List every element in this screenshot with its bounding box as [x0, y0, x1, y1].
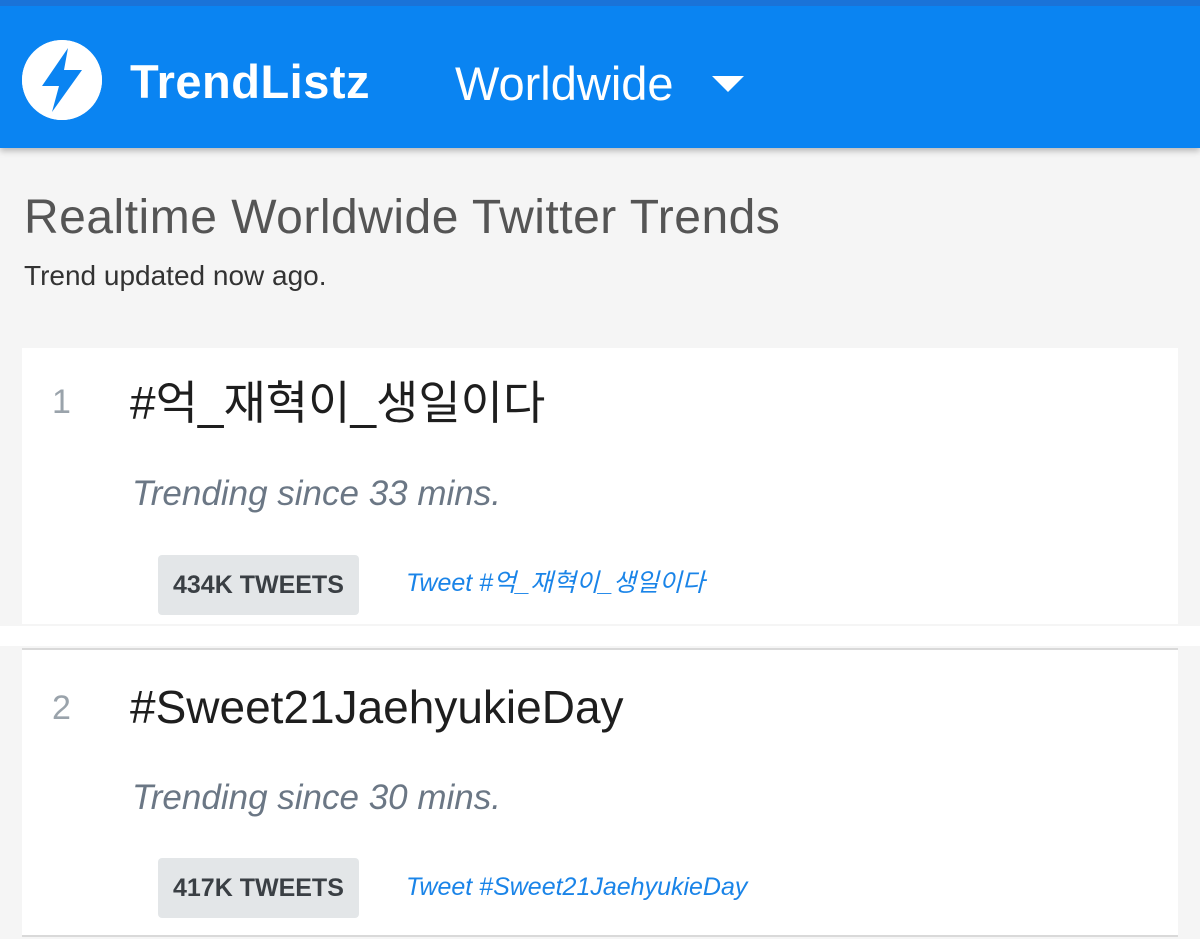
brand-name[interactable]: TrendListz — [130, 54, 370, 110]
trend-card: 2 #Sweet21JaehyukieDay Trending since 30… — [22, 648, 1178, 937]
trend-rank: 2 — [52, 689, 71, 727]
chevron-down-icon — [711, 76, 744, 92]
region-dropdown[interactable]: Worldwide — [455, 54, 744, 114]
lightning-bolt-icon[interactable] — [22, 40, 102, 120]
top-navigation-bar: TrendListz Worldwide — [0, 0, 1200, 148]
tweet-count-badge: 434K TWEETS — [158, 555, 359, 615]
page-title: Realtime Worldwide Twitter Trends — [24, 191, 781, 244]
card-divider — [0, 626, 1200, 646]
trending-since: Trending since 33 mins. — [132, 474, 501, 513]
update-status: Trend updated now ago. — [24, 260, 327, 291]
trend-title-link[interactable]: #Sweet21JaehyukieDay — [130, 678, 624, 736]
trending-since: Trending since 30 mins. — [132, 778, 501, 817]
trend-rank: 1 — [52, 383, 71, 421]
tweet-link[interactable]: Tweet #Sweet21JaehyukieDay — [406, 871, 747, 903]
trend-card: 1 #억_재혁이_생일이다 Trending since 33 mins. 43… — [22, 348, 1178, 624]
tweet-link[interactable]: Tweet #억_재혁이_생일이다 — [406, 567, 705, 599]
trend-title-link[interactable]: #억_재혁이_생일이다 — [130, 374, 545, 432]
tweet-count-badge: 417K TWEETS — [158, 858, 359, 918]
region-label: Worldwide — [455, 57, 674, 110]
